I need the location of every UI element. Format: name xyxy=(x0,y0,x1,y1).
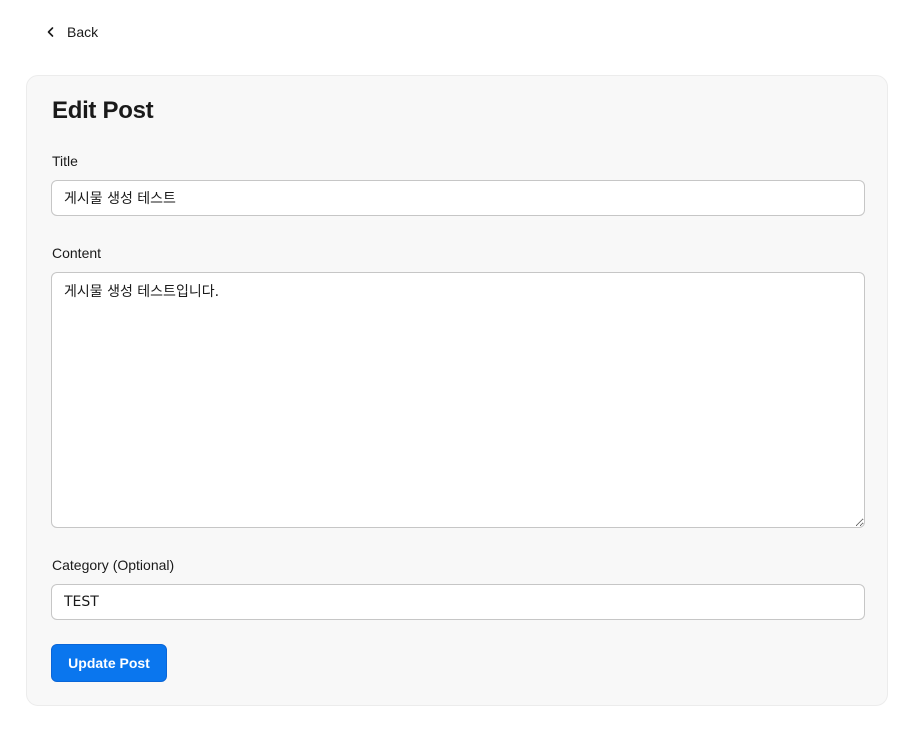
update-post-button[interactable]: Update Post xyxy=(51,644,167,682)
page-title: Edit Post xyxy=(52,97,154,124)
category-label: Category (Optional) xyxy=(52,557,175,573)
chevron-left-icon xyxy=(44,25,58,39)
back-link[interactable]: Back xyxy=(44,22,98,42)
content-label: Content xyxy=(52,245,102,261)
title-input[interactable] xyxy=(51,180,865,216)
category-input[interactable] xyxy=(51,584,865,620)
back-label: Back xyxy=(67,24,99,40)
edit-post-card: Edit Post Title Content 게시물 생성 테스트입니다. C… xyxy=(26,75,888,706)
content-textarea[interactable]: 게시물 생성 테스트입니다. xyxy=(51,272,865,528)
title-label: Title xyxy=(52,153,78,169)
